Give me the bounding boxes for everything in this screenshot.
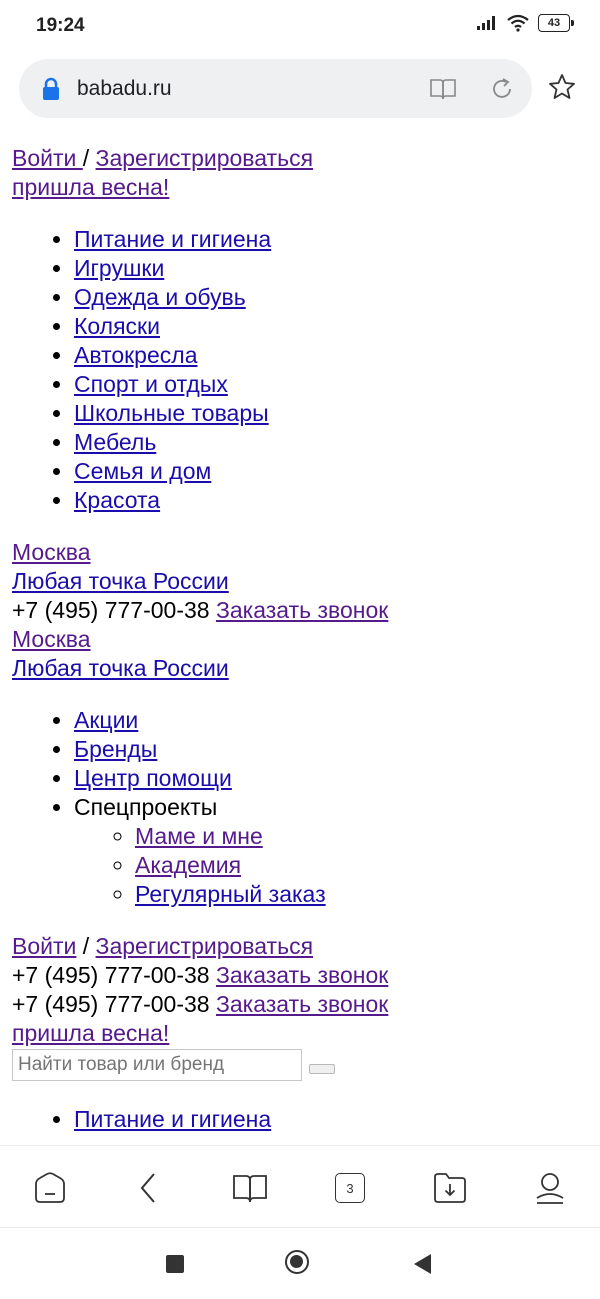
category-link-school[interactable]: Школьные товары [74, 400, 269, 426]
home-icon [35, 1172, 65, 1203]
menu-link-promotions[interactable]: Акции [74, 707, 138, 733]
menu-link-help-center[interactable]: Центр помощи [74, 765, 232, 791]
list-item: Семья и дом [74, 457, 592, 486]
list-item: Одежда и обувь [74, 283, 592, 312]
list-item: Коляски [74, 312, 592, 341]
list-item: Игрушки [74, 254, 592, 283]
search-input[interactable] [12, 1049, 302, 1081]
city-link[interactable]: Москва [12, 539, 91, 565]
category-link-strollers[interactable]: Коляски [74, 313, 160, 339]
tabs-button[interactable]: 3 [330, 1168, 370, 1208]
tabs-count: 3 [335, 1173, 365, 1203]
category-link-car-seats[interactable]: Автокресла [74, 342, 197, 368]
list-item: Спорт и отдых [74, 370, 592, 399]
back-button[interactable] [128, 1168, 168, 1208]
list-item: Бренды [74, 735, 592, 764]
reader-mode-icon[interactable] [429, 76, 457, 102]
wifi-icon [507, 14, 529, 32]
phone-number-3: +7 (495) 777-00-38 [12, 991, 210, 1017]
search-row [12, 1048, 592, 1082]
category-link-nutrition-2[interactable]: Питание и гигиена [74, 1106, 271, 1132]
list-item: Центр помощи [74, 764, 592, 793]
category-link-sport[interactable]: Спорт и отдых [74, 371, 228, 397]
category-link-clothing[interactable]: Одежда и обувь [74, 284, 246, 310]
battery-indicator: 43 [538, 14, 574, 32]
list-item: Питание и гигиена [74, 1105, 592, 1134]
status-icons: 43 [476, 14, 574, 32]
back-triangle-icon[interactable] [414, 1254, 431, 1274]
list-item: Школьные товары [74, 399, 592, 428]
phone-row-2: +7 (495) 777-00-38 Заказать звонок [12, 961, 592, 990]
phone-row-3: +7 (495) 777-00-38 Заказать звонок [12, 990, 592, 1019]
category-list: Питание и гигиена Игрушки Одежда и обувь… [12, 225, 592, 515]
phone-number-2: +7 (495) 777-00-38 [12, 962, 210, 988]
category-link-beauty[interactable]: Красота [74, 487, 160, 513]
url-text[interactable]: babadu.ru [77, 77, 172, 101]
bookmarks-button[interactable] [230, 1168, 270, 1208]
category-link-toys[interactable]: Игрушки [74, 255, 164, 281]
profile-button[interactable] [530, 1168, 570, 1208]
auth-links: Войти / Зарегистрироваться [12, 144, 592, 173]
battery-level: 43 [547, 17, 561, 29]
list-item: Питание и гигиена [74, 225, 592, 254]
auth-separator: / [82, 145, 96, 171]
login-link-2[interactable]: Войти [12, 933, 76, 959]
page-content: Войти / Зарегистрироваться пришла весна!… [12, 144, 592, 1140]
signal-icon [477, 16, 495, 30]
special-link-academy[interactable]: Академия [135, 852, 241, 878]
recents-icon[interactable] [166, 1255, 184, 1273]
system-nav-bar [0, 1228, 600, 1299]
list-item: Красота [74, 486, 592, 515]
chevron-left-icon [140, 1173, 155, 1203]
promo-link-2[interactable]: пришла весна! [12, 1020, 169, 1046]
download-folder-icon [434, 1173, 466, 1203]
register-link[interactable]: Зарегистрироваться [96, 145, 313, 171]
list-item: Мебель [74, 428, 592, 457]
phone-row: +7 (495) 777-00-38 Заказать звонок [12, 596, 592, 625]
list-item: Маме и мне [135, 822, 592, 851]
list-item: Акции [74, 706, 592, 735]
special-link-regular-order[interactable]: Регулярный заказ [135, 881, 326, 907]
region-link[interactable]: Любая точка России [12, 568, 229, 594]
auth-separator-2: / [76, 933, 96, 959]
home-circle-icon[interactable] [285, 1250, 309, 1274]
register-link-2[interactable]: Зарегистрироваться [96, 933, 313, 959]
callback-link[interactable]: Заказать звонок [216, 597, 388, 623]
search-button[interactable] [309, 1064, 335, 1074]
phone-number: +7 (495) 777-00-38 [12, 597, 210, 623]
list-item: Спецпроекты Маме и мне Академия Регулярн… [74, 793, 592, 909]
region-link-2[interactable]: Любая точка России [12, 655, 229, 681]
callback-link-2[interactable]: Заказать звонок [216, 962, 388, 988]
user-icon [536, 1173, 564, 1204]
list-item: Академия [135, 851, 592, 880]
callback-link-3[interactable]: Заказать звонок [216, 991, 388, 1017]
special-link-mom-and-me[interactable]: Маме и мне [135, 823, 263, 849]
list-item: Автокресла [74, 341, 592, 370]
list-item: Регулярный заказ [135, 880, 592, 909]
main-menu-list: Акции Бренды Центр помощи Спецпроекты Ма… [12, 706, 592, 909]
login-link[interactable]: Войти [12, 145, 83, 171]
address-bar[interactable]: babadu.ru [19, 59, 532, 118]
special-projects-list: Маме и мне Академия Регулярный заказ [74, 822, 592, 909]
lock-icon [43, 77, 59, 100]
promo-link[interactable]: пришла весна! [12, 174, 169, 200]
auth-links-2: Войти / Зарегистрироваться [12, 932, 592, 961]
book-icon [233, 1175, 267, 1203]
menu-link-brands[interactable]: Бренды [74, 736, 157, 762]
category-link-family-home[interactable]: Семья и дом [74, 458, 211, 484]
category-link-furniture[interactable]: Мебель [74, 429, 156, 455]
reload-icon[interactable] [489, 76, 515, 102]
city-link-2[interactable]: Москва [12, 626, 91, 652]
downloads-button[interactable] [430, 1168, 470, 1208]
status-bar: 19:24 43 [0, 0, 600, 52]
menu-special-projects-label: Спецпроекты [74, 794, 218, 820]
category-list-2: Питание и гигиена [12, 1105, 592, 1134]
category-link-nutrition[interactable]: Питание и гигиена [74, 226, 271, 252]
browser-toolbar: 3 [0, 1145, 600, 1228]
home-button[interactable] [30, 1168, 70, 1208]
bookmark-star-icon[interactable] [547, 72, 577, 102]
status-time: 19:24 [36, 15, 85, 36]
